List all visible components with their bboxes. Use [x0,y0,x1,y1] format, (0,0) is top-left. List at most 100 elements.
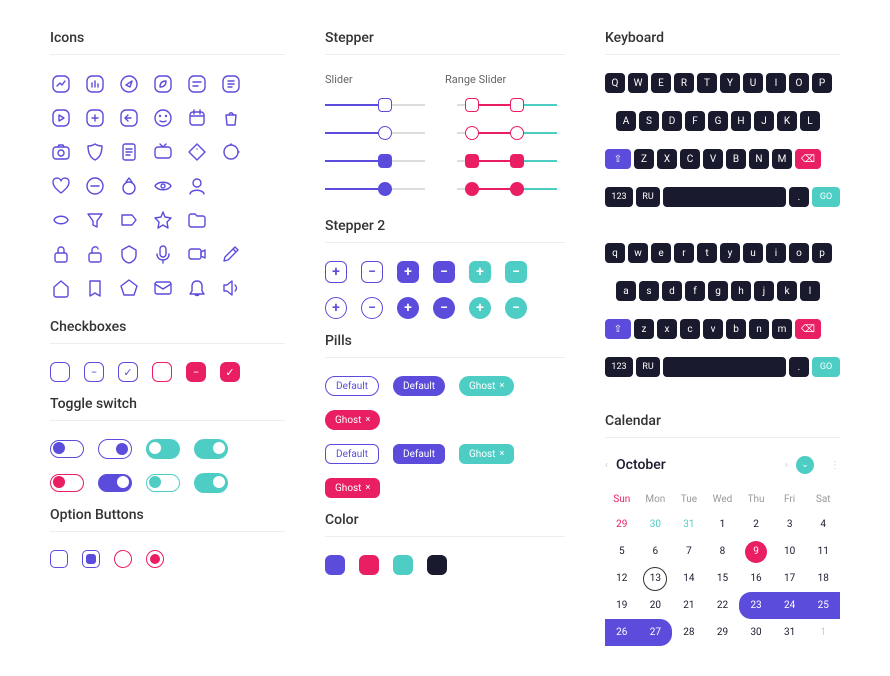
calendar-day[interactable]: 10 [773,538,807,565]
key-w[interactable]: w [628,243,648,263]
checkbox-empty-pink[interactable] [152,362,172,382]
calendar-menu[interactable]: ⋮ [830,460,840,471]
key-q[interactable]: q [605,243,625,263]
key-123[interactable]: 123 [605,187,633,207]
key-F[interactable]: F [685,111,705,131]
toggle-teal-on[interactable] [194,439,228,459]
calendar-day[interactable]: 23 [739,592,773,619]
toggle-outline-off[interactable] [50,440,84,458]
option-square-empty[interactable] [50,550,68,568]
calendar-day-prev[interactable]: 30 [639,511,673,538]
toggle-indigo-on[interactable] [98,474,132,492]
pill-ghost-pink-sq[interactable]: Ghost× [325,478,380,498]
option-circle-empty[interactable] [114,550,132,568]
close-icon[interactable]: × [365,415,370,425]
calendar-day[interactable]: 28 [672,619,706,646]
key-Q[interactable]: Q [605,73,625,93]
key-r[interactable]: r [674,243,694,263]
calendar-day[interactable]: 1 [706,511,740,538]
calendar-day[interactable]: 8 [706,538,740,565]
key-O[interactable]: O [789,73,809,93]
key-y[interactable]: y [720,243,740,263]
stepper-minus-teal-circle[interactable]: − [505,297,527,319]
calendar-day[interactable]: 12 [605,565,639,592]
calendar-prev[interactable]: ‹ [605,460,608,471]
key-e[interactable]: e [651,243,671,263]
key-A[interactable]: A [616,111,636,131]
stepper-minus-outline[interactable]: − [361,261,383,283]
key-d[interactable]: d [662,281,682,301]
slider-circle-fill[interactable] [325,180,425,198]
calendar-dropdown[interactable]: ⌄ [796,456,814,474]
key-V[interactable]: V [703,149,723,169]
calendar-day[interactable]: 21 [672,592,706,619]
pill-ghost-pink[interactable]: Ghost× [325,410,380,430]
stepper-minus-indigo[interactable]: − [433,261,455,283]
key-R[interactable]: R [674,73,694,93]
calendar-day[interactable]: 5 [605,538,639,565]
option-circle-selected[interactable] [146,550,164,568]
calendar-day[interactable]: 20 [639,592,673,619]
calendar-day-prev[interactable]: 31 [672,511,706,538]
key-P[interactable]: P [812,73,832,93]
calendar-day[interactable]: 14 [672,565,706,592]
calendar-day[interactable]: 9 [739,538,773,565]
key-M[interactable]: M [772,149,792,169]
key-backspace[interactable]: ⌫ [795,149,821,169]
stepper-minus-teal[interactable]: − [505,261,527,283]
checkbox-dash-filled[interactable]: − [186,362,206,382]
range-slider-circle-outline[interactable] [457,124,557,142]
key-dot[interactable]: . [789,357,809,377]
checkbox-empty[interactable] [50,362,70,382]
key-shift[interactable]: ⇧ [605,149,631,169]
calendar-day-next[interactable]: 1 [806,619,840,646]
calendar-day[interactable]: 25 [806,592,840,619]
stepper-plus-indigo-circle[interactable]: + [397,297,419,319]
key-l[interactable]: l [800,281,820,301]
stepper-plus-outline-circle[interactable]: + [325,297,347,319]
close-icon[interactable]: × [499,449,504,459]
calendar-day[interactable]: 29 [706,619,740,646]
key-U[interactable]: U [743,73,763,93]
key-h[interactable]: h [731,281,751,301]
slider-square-outline[interactable] [325,96,425,114]
range-slider-square-outline[interactable] [457,96,557,114]
calendar-day[interactable]: 2 [739,511,773,538]
checkbox-check-filled[interactable]: ✓ [220,362,240,382]
key-J[interactable]: J [754,111,774,131]
key-123[interactable]: 123 [605,357,633,377]
key-space[interactable] [663,187,786,207]
key-D[interactable]: D [662,111,682,131]
calendar-day[interactable]: 7 [672,538,706,565]
key-go[interactable]: GO [812,357,840,377]
key-W[interactable]: W [628,73,648,93]
toggle-teal-outline-off[interactable] [146,474,180,492]
calendar-day[interactable]: 24 [773,592,807,619]
key-v[interactable]: v [703,319,723,339]
key-n[interactable]: n [749,319,769,339]
key-p[interactable]: p [812,243,832,263]
calendar-day-prev[interactable]: 29 [605,511,639,538]
key-N[interactable]: N [749,149,769,169]
stepper-plus-outline[interactable]: + [325,261,347,283]
key-z[interactable]: z [634,319,654,339]
key-H[interactable]: H [731,111,751,131]
calendar-day[interactable]: 31 [773,619,807,646]
checkbox-dash[interactable]: − [84,362,104,382]
pill-ghost-teal-sq[interactable]: Ghost× [459,444,514,464]
key-X[interactable]: X [657,149,677,169]
key-shift[interactable]: ⇧ [605,319,631,339]
key-Y[interactable]: Y [720,73,740,93]
key-backspace[interactable]: ⌫ [795,319,821,339]
key-c[interactable]: c [680,319,700,339]
calendar-day[interactable]: 6 [639,538,673,565]
range-slider-circle-fill[interactable] [457,180,557,198]
key-Z[interactable]: Z [634,149,654,169]
toggle-teal-on-2[interactable] [194,473,228,493]
checkbox-check[interactable]: ✓ [118,362,138,382]
stepper-plus-indigo[interactable]: + [397,261,419,283]
key-space[interactable] [663,357,786,377]
pill-default-outline-sq[interactable]: Default [325,444,379,464]
key-j[interactable]: j [754,281,774,301]
slider-circle-outline[interactable] [325,124,425,142]
